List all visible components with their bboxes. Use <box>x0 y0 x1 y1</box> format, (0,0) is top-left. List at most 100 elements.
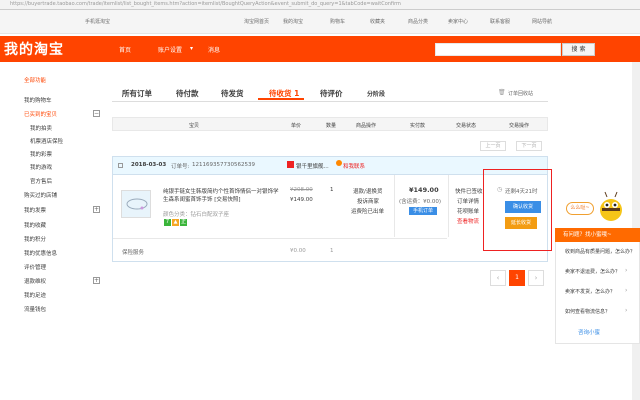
col-actions: 交易操作 <box>509 123 530 129</box>
recycle-bin-link[interactable]: 订单回收站 <box>508 90 533 97</box>
warranty-badge-icon: ▲ <box>172 219 179 226</box>
sidebar-item-reviews[interactable]: 评价管理 <box>24 263 46 271</box>
order-date: 2018-03-03 <box>131 162 167 168</box>
insurance-price: ¥0.00 <box>290 248 306 254</box>
col-paid: 实付款 <box>410 123 426 129</box>
insurance-qty: 1 <box>330 248 334 254</box>
col-status[interactable]: 交易状态 <box>456 122 476 129</box>
col-item-ops: 商品操作 <box>356 123 377 129</box>
sidebar-item-favorites[interactable]: 我的收藏 <box>24 221 46 229</box>
mobile-taobao-link[interactable]: 手机逛淘宝 <box>85 18 110 25</box>
product-sku: 颜色分类：钻石白配双子座 <box>163 212 230 218</box>
tab-to-review[interactable]: 待评价 <box>320 88 343 99</box>
nav-home[interactable]: 首页 <box>119 45 131 54</box>
chevron-down-icon: ▾ <box>190 45 194 52</box>
main-header: 我的淘宝 首页 账户设置 ▾ 消息 搜 索 <box>0 36 640 62</box>
topbar-link-seller-center[interactable]: 卖家中心 <box>448 18 468 25</box>
sidebar-item-data-wallet[interactable]: 流量钱包 <box>24 305 46 313</box>
sidebar-item-lottery[interactable]: 我的彩票 <box>30 150 52 158</box>
original-price: ¥208.00 <box>290 187 313 193</box>
tab-all-orders[interactable]: 所有订单 <box>122 88 152 99</box>
topbar-link-cart[interactable]: 购物车 <box>330 18 345 25</box>
col-qty: 数量 <box>326 123 337 129</box>
browser-address-bar[interactable]: https://buyertrade.taobao.com/trade/item… <box>0 0 640 10</box>
bee-mascot-icon <box>600 191 622 221</box>
faq-not-shipped[interactable]: 卖家不发货，怎么办？ <box>565 288 615 295</box>
sidebar-item-cart[interactable]: 我的购物车 <box>24 96 52 104</box>
huabei-bill-link[interactable]: 花呗账单 <box>457 207 479 215</box>
next-page-button[interactable]: 下一页 <box>516 141 542 151</box>
authentic-badge-icon: 正 <box>180 219 187 226</box>
quantity: 1 <box>330 187 334 193</box>
sidebar-item-bought[interactable]: 已买到的宝贝 <box>24 110 57 118</box>
expand-icon[interactable]: + <box>93 206 100 213</box>
chevron-right-icon: › <box>625 307 628 314</box>
tab-phased[interactable]: 分阶段 <box>367 89 385 98</box>
divider <box>448 175 449 237</box>
sidebar-item-games[interactable]: 我的游戏 <box>30 163 52 171</box>
sidebar-all-functions[interactable]: 全部功能 <box>24 76 46 84</box>
search-button[interactable]: 搜 索 <box>562 43 595 56</box>
my-taobao-logo[interactable]: 我的淘宝 <box>4 39 64 59</box>
page-prev-arrow[interactable]: ‹ <box>490 270 506 286</box>
order-tabs: 所有订单 待付款 待发货 待收货 1 待评价 分阶段 🗑 订单回收站 <box>112 82 548 102</box>
page-next-arrow[interactable]: › <box>528 270 544 286</box>
refund-link[interactable]: 退款/退换货 <box>353 187 382 195</box>
ask-helper-link[interactable]: 咨询小蜜 <box>578 328 600 336</box>
insurance-service-label: 保险服务 <box>122 250 145 256</box>
shipping-note: (含运费：¥0.00) <box>399 199 442 205</box>
search-input[interactable] <box>435 43 561 56</box>
sidebar-item-aftersale[interactable]: 官方售后 <box>30 177 52 185</box>
contact-seller-link[interactable]: 和我联系 <box>343 162 365 170</box>
url-text: https://buyertrade.taobao.com/trade/item… <box>10 1 401 7</box>
current-page[interactable]: 1 <box>509 270 525 286</box>
topbar-link-contact[interactable]: 联系客服 <box>490 18 510 25</box>
help-widget-title[interactable]: 有问题？找小蜜哦~ <box>555 228 640 242</box>
topbar-link-home[interactable]: 淘宝网首页 <box>244 18 269 25</box>
sidebar-item-footprint[interactable]: 我的足迹 <box>24 291 46 299</box>
nav-messages[interactable]: 消息 <box>208 45 220 54</box>
collapse-icon[interactable]: − <box>93 110 100 117</box>
logistics-link[interactable]: 查看物流 <box>457 217 479 225</box>
sidebar-item-auction[interactable]: 我的拍卖 <box>30 124 52 132</box>
prev-page-button[interactable]: 上一页 <box>480 141 506 151</box>
order-no-label: 订单号: <box>171 164 190 170</box>
complain-link[interactable]: 投诉商家 <box>357 197 379 205</box>
mobile-order-tag: 手机订单 <box>409 207 437 215</box>
chevron-right-icon: › <box>625 247 628 254</box>
order-checkbox[interactable] <box>118 163 123 168</box>
sidebar-item-points[interactable]: 我的积分 <box>24 235 46 243</box>
faq-shipping-fee[interactable]: 卖家不退运费，怎么办？ <box>565 268 620 275</box>
order-number: 121169357730562539 <box>192 162 255 168</box>
shop-name[interactable]: 银千里旗舰... <box>296 162 329 170</box>
highlight-box <box>483 169 552 251</box>
topbar-link-site-nav[interactable]: 网站导航 <box>532 18 552 25</box>
expand-icon[interactable]: + <box>93 277 100 284</box>
status-text: 快件已签收 <box>455 189 483 195</box>
paid-amount: ¥149.00 <box>409 186 439 194</box>
bracelet-icon <box>126 198 148 210</box>
divider <box>113 238 447 239</box>
sidebar-item-coupons[interactable]: 我的优惠信息 <box>24 249 57 257</box>
trash-icon: 🗑 <box>498 89 506 96</box>
sidebar-item-shops[interactable]: 购买过的店铺 <box>24 191 57 199</box>
topbar-link-favorites[interactable]: 收藏夹 <box>370 18 385 25</box>
chevron-right-icon: › <box>625 267 628 274</box>
product-title[interactable]: 纯银手链女生韩版简约个性首饰情侣一对银饰学生森系闺蜜首饰手饰 [交易快照] <box>163 188 283 204</box>
product-image[interactable] <box>121 190 151 218</box>
topbar-link-my-taobao[interactable]: 我的淘宝 <box>283 18 303 25</box>
table-header: 宝贝 单价 数量 商品操作 实付款 交易状态 交易操作 <box>112 117 548 131</box>
order-detail-link[interactable]: 订单详情 <box>457 197 479 205</box>
faq-logistics[interactable]: 如何查看物流信息？ <box>565 308 610 315</box>
nav-account-settings[interactable]: 账户设置 <box>158 45 182 54</box>
active-tab-indicator <box>258 98 304 100</box>
guarantee-badge-icon: 7 <box>164 219 171 226</box>
sidebar-item-travel[interactable]: 机票酒店保险 <box>30 137 63 145</box>
tab-to-pay[interactable]: 待付款 <box>176 88 199 99</box>
chat-icon <box>336 160 342 166</box>
sidebar-item-refunds[interactable]: 退款维权 <box>24 277 46 285</box>
sidebar-item-invoice[interactable]: 我的发票 <box>24 206 46 214</box>
shop-icon <box>287 161 294 168</box>
tab-to-ship[interactable]: 待发货 <box>221 88 244 99</box>
topbar-link-categories[interactable]: 商品分类 <box>408 18 428 25</box>
